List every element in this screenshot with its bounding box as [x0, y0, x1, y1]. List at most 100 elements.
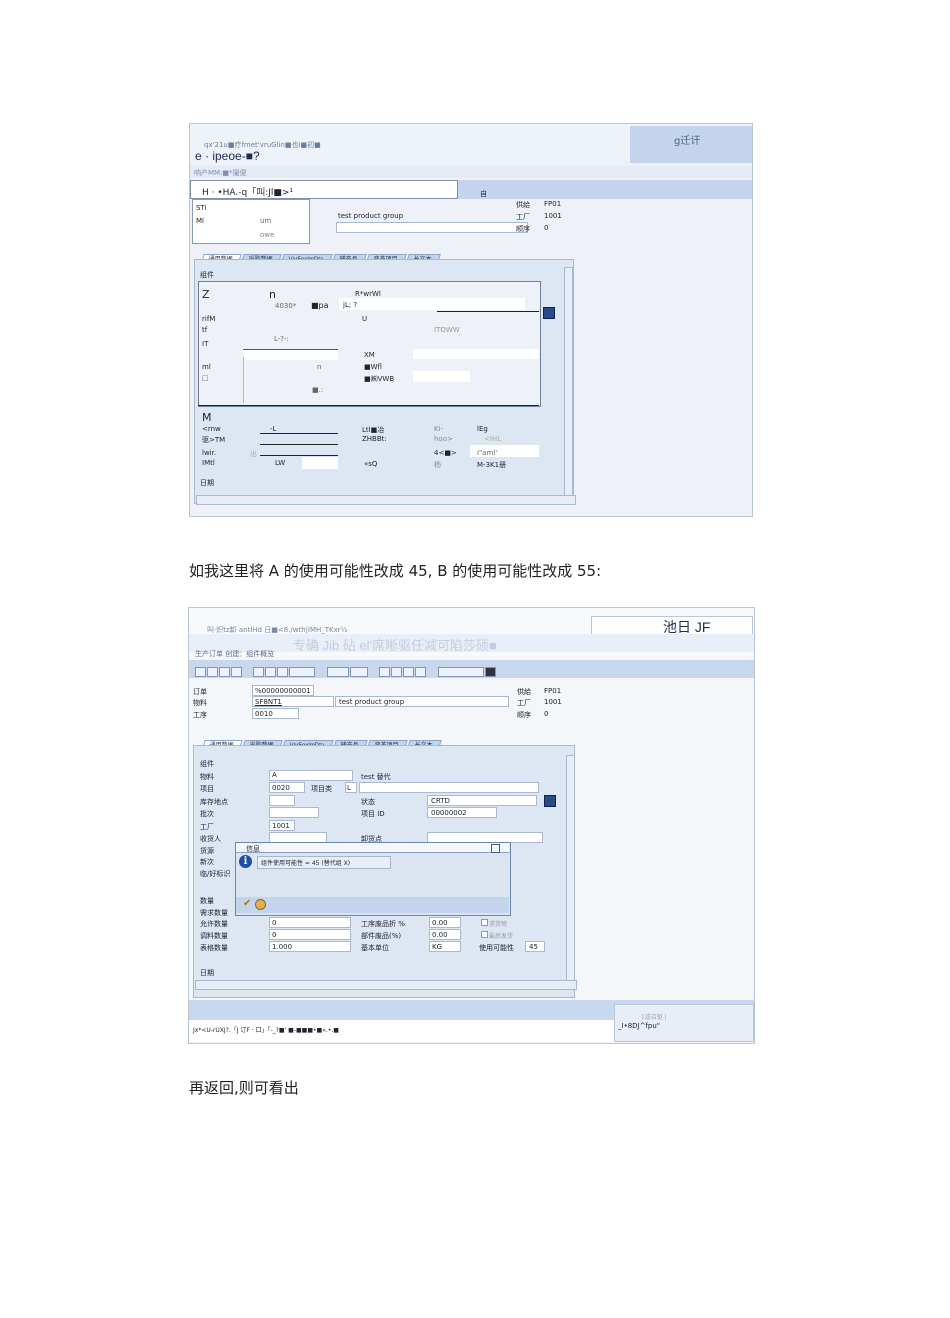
subline-band: [190, 166, 752, 178]
horizontal-scrollbar[interactable]: [196, 495, 576, 505]
qty-label: «sQ: [364, 460, 378, 468]
prev-icon[interactable]: [207, 667, 218, 677]
subline: 响产MM:■*撮便: [194, 169, 247, 177]
qty-field[interactable]: [269, 929, 351, 940]
confirm-icon[interactable]: ✔: [243, 899, 252, 909]
info-label: 供給: [516, 201, 530, 209]
blurred-title: 专确 Jib 砧 el'席晰驱任减可陷莎硕■: [293, 638, 497, 653]
section-date: 日期: [200, 969, 214, 977]
caption-1: 如我这里将 A 的使用可能性改成 45, B 的使用可能性改成 55:: [189, 562, 602, 580]
popup-title: 信息: [246, 845, 260, 853]
comp-field[interactable]: [359, 782, 539, 793]
tool-icon[interactable]: [403, 667, 415, 677]
comp-label: 货源: [200, 847, 214, 855]
comp-field[interactable]: [243, 349, 338, 360]
dropdown-item[interactable]: owe: [260, 231, 274, 239]
comp-label: n: [269, 288, 276, 301]
material-desc: test product group: [339, 698, 405, 706]
popup-close-icon[interactable]: [491, 844, 500, 853]
info-label: 工厂: [517, 699, 531, 707]
dropdown-item[interactable]: STi: [196, 204, 206, 212]
comp-field[interactable]: [413, 371, 470, 382]
vertical-scrollbar[interactable]: [566, 755, 575, 989]
comp-label: 项目: [200, 785, 214, 793]
section-date: 日期: [200, 479, 214, 487]
operation-value: 0010: [255, 710, 273, 718]
comp-value: ■pa: [311, 301, 329, 310]
comp-value: 00000002: [431, 809, 467, 817]
qty-value: 杨: [434, 461, 441, 469]
order-label: 订单: [193, 688, 207, 696]
qty-option: 求货物: [489, 921, 508, 928]
qty-option: 最后发货: [489, 933, 514, 940]
status-info-icon[interactable]: [544, 795, 556, 807]
popup-message: 组件使用可能性 = 45 (替代组 X): [261, 860, 351, 867]
material-label: 物料: [193, 699, 207, 707]
section-qty: M: [202, 411, 212, 424]
next-icon[interactable]: [219, 667, 230, 677]
qty-line: [260, 455, 338, 456]
last-icon[interactable]: [231, 667, 242, 677]
comp-value: ■Wfl: [364, 363, 382, 371]
info-icon: i: [239, 855, 252, 868]
tool-icon[interactable]: [415, 667, 427, 677]
info-label: 工厂: [516, 213, 530, 221]
tool-icon[interactable]: [349, 667, 368, 677]
comp-field[interactable]: [339, 298, 525, 310]
window-title: e · ipeoe-■?: [195, 149, 260, 163]
qty-label: 工序废品折 %: [361, 920, 405, 928]
menu-title[interactable]: H · •HA.-q「叫:Jl■>¹: [202, 185, 293, 198]
info-value: 1001: [544, 212, 562, 220]
screenshot-2: 叫·炽tz卸 antlHd 日■<8./wth|lMH_TKxr½ 池日 JF …: [188, 607, 755, 1044]
qty-value: 4<■>: [434, 449, 457, 457]
tool-icon[interactable]: [277, 667, 289, 677]
horizontal-scrollbar[interactable]: [195, 980, 577, 990]
qty-label: IMtl: [202, 459, 215, 467]
tool-icon[interactable]: [253, 667, 265, 677]
tool-icon[interactable]: [289, 667, 316, 677]
comp-field[interactable]: [269, 795, 295, 806]
info-label: 供給: [517, 688, 531, 696]
tool-icon[interactable]: [484, 667, 496, 677]
qty-field[interactable]: [302, 457, 338, 469]
comp-value: 1001: [272, 822, 290, 830]
tool-icon[interactable]: [391, 667, 403, 677]
qty-value: -L: [270, 425, 277, 433]
checkbox[interactable]: [481, 919, 488, 926]
tool-icon[interactable]: [379, 667, 391, 677]
comp-field[interactable]: [413, 349, 539, 359]
qty-value: i"aml': [477, 449, 498, 457]
vertical-scrollbar[interactable]: [564, 267, 573, 501]
qty-value: 0: [272, 919, 277, 927]
help-icon[interactable]: [255, 899, 266, 910]
dropdown-item[interactable]: Ml: [196, 217, 204, 225]
tool-icon[interactable]: [437, 667, 484, 677]
comp-label: 项目 ID: [361, 810, 385, 818]
checkbox[interactable]: [481, 931, 488, 938]
first-icon[interactable]: [195, 667, 206, 677]
qty-field[interactable]: [269, 917, 351, 928]
qty-value: hoo>: [434, 435, 453, 443]
section-component: 组件: [200, 760, 214, 768]
app-title: 生产订单 创建：组件概览: [195, 650, 275, 658]
dropdown-item[interactable]: um: [260, 217, 271, 225]
info-value: FP01: [544, 200, 562, 208]
icon-button[interactable]: [543, 307, 555, 319]
comp-value: jL; ?: [343, 301, 358, 309]
grid-line: [243, 357, 244, 403]
qty-value: LW: [275, 459, 286, 467]
qty-value: M-3K1册: [477, 461, 507, 469]
dropdown-menu[interactable]: [192, 199, 310, 244]
tool-icon[interactable]: [326, 667, 349, 677]
comp-value: L-?-:: [274, 335, 289, 343]
tool-icon[interactable]: [265, 667, 277, 677]
qty-label: <rnw: [202, 425, 221, 433]
group-field[interactable]: [336, 222, 528, 233]
comp-field[interactable]: [269, 770, 353, 781]
comp-label: 项目类: [311, 785, 332, 793]
status-right: _I•8DJ^fpu": [618, 1022, 661, 1030]
qty-value: Ki-: [434, 425, 444, 433]
comp-field[interactable]: [269, 807, 319, 818]
comp-label: 批次: [200, 810, 214, 818]
comp-label: 工厂: [200, 823, 214, 831]
